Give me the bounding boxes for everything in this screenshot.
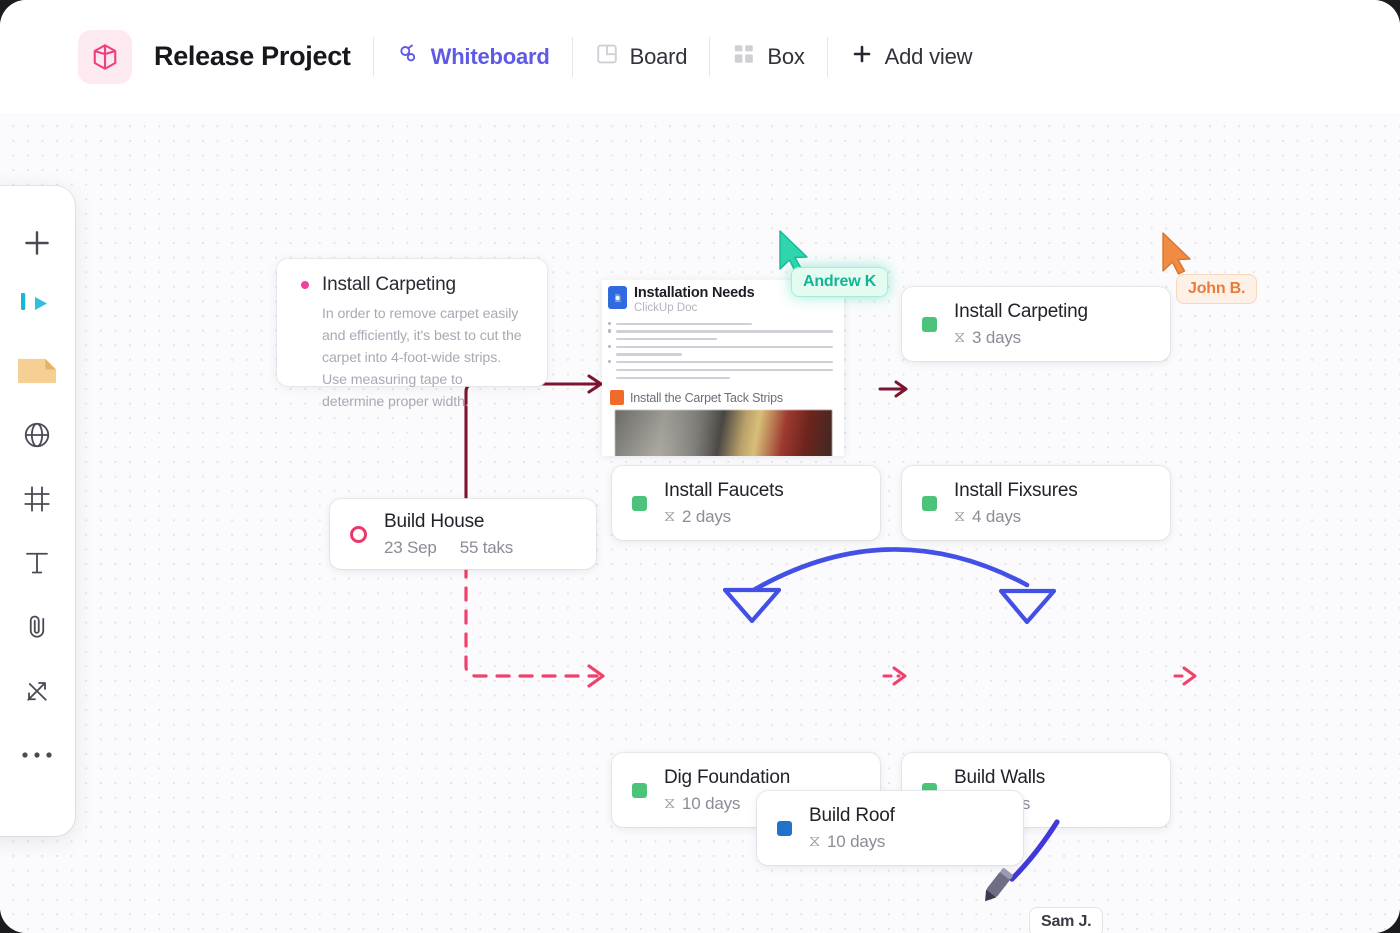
add-view-label: Add view xyxy=(884,43,973,69)
task-meta: ⧖ 10 days xyxy=(809,832,895,852)
task-card-text: Build House 23 Sep 55 taks xyxy=(384,510,513,559)
task-meta: ⧖ 4 days xyxy=(954,507,1078,527)
status-badge xyxy=(632,495,647,511)
connector-arrowhead-next xyxy=(1182,666,1197,686)
task-title: Install Fixsures xyxy=(954,479,1078,501)
tab-box-label: Box xyxy=(767,43,805,69)
hourglass-icon: ⧖ xyxy=(954,508,966,526)
task-duration: 4 days xyxy=(972,507,1021,527)
header-divider-2 xyxy=(571,36,573,77)
collaborator-badge-sam-j: Sam J. xyxy=(1029,907,1104,933)
frame-tool-button[interactable] xyxy=(0,468,56,530)
doc-embed-subtitle: ClickUp Doc xyxy=(634,302,698,315)
task-card-install-fixsures[interactable]: Install Fixsures ⧖ 4 days xyxy=(902,466,1170,540)
text-tool-button[interactable] xyxy=(0,532,56,594)
status-badge xyxy=(632,782,647,798)
task-duration: 10 days xyxy=(827,832,886,852)
cube-icon xyxy=(78,29,132,84)
status-badge xyxy=(777,820,792,836)
hourglass-icon: ⧖ xyxy=(664,508,676,526)
whiteboard-app: Release Project Whiteboard Board Box Add… xyxy=(0,0,1400,933)
task-count: 55 taks xyxy=(459,538,514,558)
tab-box[interactable]: Box xyxy=(732,42,805,72)
header-divider-1 xyxy=(372,36,374,77)
tab-whiteboard[interactable]: Whiteboard xyxy=(396,42,550,72)
doc-embed-placeholder-lines xyxy=(602,317,844,379)
hourglass-icon: ⧖ xyxy=(954,329,966,347)
task-title: Install Carpeting xyxy=(954,300,1088,322)
task-meta: ⧖ 2 days xyxy=(664,507,784,527)
hourglass-icon: ⧖ xyxy=(664,795,676,813)
doc-embed-installation-needs[interactable]: Installation Needs ClickUp Doc Install t… xyxy=(602,280,844,456)
whiteboard-toolbar[interactable] xyxy=(0,186,75,836)
tab-whiteboard-label: Whiteboard xyxy=(430,43,550,69)
task-date: 23 Sep xyxy=(384,538,437,558)
box-grid-icon xyxy=(732,42,756,72)
task-title: Build Walls xyxy=(954,766,1046,788)
document-icon xyxy=(608,286,627,309)
task-card-text: Build Roof ⧖ 10 days xyxy=(809,804,895,853)
task-card-text: Install Faucets ⧖ 2 days xyxy=(664,479,784,528)
task-title: Build Roof xyxy=(809,804,895,826)
paperclip-tool-button[interactable] xyxy=(0,596,56,658)
doc-embed-section-label: Install the Carpet Tack Strips xyxy=(630,390,783,405)
task-meta: ⧖ 3 days xyxy=(954,328,1088,348)
shape-tool-button[interactable] xyxy=(0,404,56,466)
page-title: Release Project xyxy=(154,41,351,71)
task-card-install-faucets[interactable]: Install Faucets ⧖ 2 days xyxy=(612,466,880,540)
app-header: Release Project Whiteboard Board Box Add… xyxy=(0,0,1400,113)
task-title: Dig Foundation xyxy=(664,766,791,788)
doc-embed-image xyxy=(615,410,832,456)
sticky-note-body: In order to remove carpet easily and eff… xyxy=(322,306,522,410)
doc-embed-title: Installation Needs xyxy=(634,285,755,301)
doc-embed-section: Install the Carpet Tack Strips xyxy=(602,384,844,410)
tab-board[interactable]: Board xyxy=(595,42,688,72)
task-card-build-roof[interactable]: Build Roof ⧖ 10 days xyxy=(757,791,1023,865)
whiteboard-icon xyxy=(396,42,420,72)
bullet-dot-icon xyxy=(301,281,309,289)
task-card-text: Install Fixsures ⧖ 4 days xyxy=(954,479,1078,528)
header-divider-4 xyxy=(826,36,828,77)
sticky-note-header: Install Carpeting xyxy=(301,274,525,296)
whiteboard-canvas[interactable]: Install Carpeting In order to remove car… xyxy=(0,113,1400,933)
board-icon xyxy=(595,42,619,72)
status-badge xyxy=(350,525,367,543)
add-view-button[interactable]: Add view xyxy=(850,42,973,72)
tab-board-label: Board xyxy=(629,43,688,69)
status-badge xyxy=(922,495,937,511)
task-title: Build House xyxy=(384,510,485,532)
sticky-note-tool-button[interactable] xyxy=(0,340,56,402)
collaborator-badge-john-b: John B. xyxy=(1176,274,1258,304)
task-card-build-house[interactable]: Build House 23 Sep 55 taks xyxy=(330,499,596,569)
select-tool-button[interactable] xyxy=(0,276,56,338)
connector-build-house-to-dig-foundation[interactable] xyxy=(464,563,599,678)
sticky-note-install-carpeting[interactable]: Install Carpeting In order to remove car… xyxy=(277,259,547,410)
task-card-install-carpeting[interactable]: Install Carpeting ⧖ 3 days xyxy=(902,287,1170,361)
hourglass-icon: ⧖ xyxy=(809,833,821,851)
connector-tool-button[interactable] xyxy=(0,660,56,722)
task-title: Install Faucets xyxy=(664,479,784,501)
collaborator-badge-andrew-k: Andrew K xyxy=(791,267,889,297)
more-tool-button[interactable] xyxy=(0,724,56,786)
task-duration: 10 days xyxy=(682,794,741,814)
section-marker-icon xyxy=(610,390,624,406)
task-card-text: Install Carpeting ⧖ 3 days xyxy=(954,300,1088,349)
doc-embed-titleblock: Installation Needs ClickUp Doc xyxy=(634,285,755,315)
plus-icon xyxy=(850,42,874,72)
header-divider-3 xyxy=(709,36,711,77)
task-meta: 23 Sep 55 taks xyxy=(384,538,513,558)
task-duration: 3 days xyxy=(972,328,1021,348)
sticky-note-title: Install Carpeting xyxy=(322,274,456,295)
add-tool-button[interactable] xyxy=(0,212,56,274)
status-badge xyxy=(922,316,937,332)
task-duration: 2 days xyxy=(682,507,731,527)
